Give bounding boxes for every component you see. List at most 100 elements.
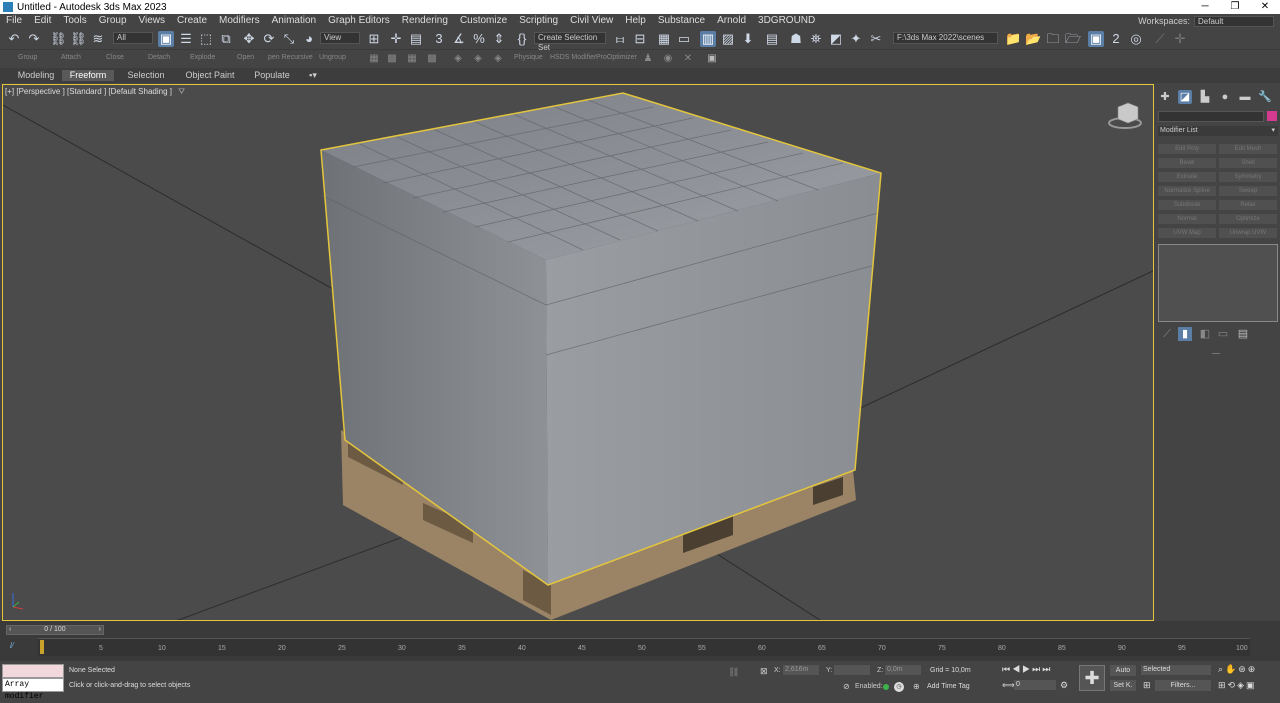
edit-named-sel-icon[interactable]: {}	[514, 31, 530, 47]
angle-snap-number-icon[interactable]: 2	[1108, 31, 1124, 47]
object-color-swatch[interactable]	[1267, 111, 1277, 121]
time-config-icon[interactable]: ⚙	[1060, 680, 1068, 691]
chevron-left-icon[interactable]: ‹	[9, 626, 11, 634]
modify-tab-icon[interactable]: ◪	[1178, 90, 1192, 104]
show-end-result-icon[interactable]: ▮	[1178, 327, 1192, 341]
maximize-icon[interactable]: ❐	[1220, 0, 1250, 14]
place-icon[interactable]: ◕	[301, 31, 317, 47]
angle-snap-icon[interactable]: ∡	[451, 31, 467, 47]
menu-help[interactable]: Help	[619, 14, 652, 28]
align-icon[interactable]: ⊟	[632, 31, 648, 47]
folder-new-icon[interactable]: 🗁	[1065, 31, 1081, 47]
menu-animation[interactable]: Animation	[266, 14, 322, 28]
utilities-tab-icon[interactable]: 🔧	[1258, 90, 1272, 104]
ribbon-tool-icon[interactable]: ▩	[384, 51, 400, 67]
select-by-name-icon[interactable]: ☰	[178, 31, 194, 47]
auto-key-button[interactable]: Auto	[1110, 665, 1136, 676]
current-frame-field[interactable]: 0	[1014, 680, 1056, 690]
snap-toggle-icon[interactable]: 3	[431, 31, 447, 47]
ribbon-tool-icon[interactable]: ◉	[660, 51, 676, 67]
menu-scripting[interactable]: Scripting	[513, 14, 564, 28]
material-editor-icon[interactable]: ⬇	[740, 31, 756, 47]
perspective-viewport[interactable]: [+] [Perspective ] [Standard ] [Default …	[2, 84, 1154, 621]
maxscript-listener[interactable]: Array modifier	[2, 678, 64, 701]
adaptive-degradation-icon[interactable]: ⊘	[843, 682, 850, 691]
pin-icon[interactable]: ⟋	[1152, 31, 1168, 47]
ribbon-tool-icon[interactable]: ♟	[640, 51, 656, 67]
menu-civil-view[interactable]: Civil View	[564, 14, 619, 28]
time-marker[interactable]	[40, 640, 44, 654]
menu-modifiers[interactable]: Modifiers	[213, 14, 266, 28]
unlink-icon[interactable]: ⛓	[70, 31, 87, 47]
set-key-button[interactable]: Set K.	[1110, 680, 1136, 691]
key-mode-icon[interactable]: ⟺	[1002, 680, 1015, 691]
undo-icon[interactable]: ↶	[6, 31, 22, 47]
modifier-list-dropdown[interactable]: Modifier List ▾	[1158, 126, 1278, 136]
modifier-button[interactable]: Symmetry	[1219, 172, 1277, 182]
workspace-dropdown[interactable]: Default	[1194, 15, 1274, 27]
render-iterative-icon[interactable]: ◩	[828, 31, 844, 47]
curve-editor-mini-icon[interactable]: /⁄	[10, 641, 14, 650]
plus-icon[interactable]: ✛	[1172, 31, 1188, 47]
ribbon-ungroup[interactable]: Ungroup	[319, 54, 346, 61]
modifier-button[interactable]: Unwrap UVW	[1219, 228, 1277, 238]
ribbon-prooptimizer[interactable]: ProOptimizer	[596, 54, 637, 61]
menu-group[interactable]: Group	[93, 14, 133, 28]
link-icon[interactable]: ⛓	[50, 31, 67, 47]
ribbon-detach[interactable]: Detach	[148, 54, 170, 61]
modifier-button[interactable]: Edit Poly	[1158, 144, 1216, 154]
modifier-button[interactable]: Relax	[1219, 200, 1277, 210]
select-manipulate-icon[interactable]: ✛	[388, 31, 404, 47]
maxscript-input[interactable]	[2, 664, 64, 678]
ribbon-tool-icon[interactable]: ▦	[366, 51, 382, 67]
menu-file[interactable]: File	[0, 14, 28, 28]
ribbon-attach[interactable]: Attach	[61, 54, 81, 61]
x-coordinate-field[interactable]: 2,616m	[783, 665, 819, 675]
key-filters-icon[interactable]: ⊞	[1143, 680, 1151, 691]
menu-arnold[interactable]: Arnold	[711, 14, 752, 28]
selection-filter-dropdown[interactable]: All	[113, 32, 153, 44]
ribbon-open[interactable]: Open	[237, 54, 254, 61]
open-folder-icon[interactable]: 📂	[1025, 31, 1041, 47]
tab-modeling[interactable]: Modeling	[10, 70, 62, 81]
ribbon-physique[interactable]: Physique	[514, 54, 543, 61]
ribbon-tool-icon[interactable]: ◈	[450, 51, 466, 67]
filter-icon[interactable]: ⛛	[178, 87, 185, 96]
render-production-icon[interactable]: ⛯	[808, 31, 824, 47]
modifier-button[interactable]: Edit Mesh	[1219, 144, 1277, 154]
menu-customize[interactable]: Customize	[454, 14, 513, 28]
ribbon-tool-icon[interactable]: ✕	[680, 51, 696, 67]
viewport-layout-icon[interactable]: ▣	[1088, 31, 1104, 47]
y-coordinate-field[interactable]	[834, 665, 870, 675]
time-tag-icon[interactable]: ⊕	[913, 682, 920, 691]
render-shortcut-icon[interactable]: ✦	[848, 31, 864, 47]
menu-graph-editors[interactable]: Graph Editors	[322, 14, 396, 28]
ribbon-open-recursive[interactable]: pen Recursive	[268, 54, 313, 61]
ribbon-toggle-icon[interactable]: ▭	[676, 31, 692, 47]
menu-tools[interactable]: Tools	[57, 14, 92, 28]
spinner-snap-icon[interactable]: ⇕	[491, 31, 507, 47]
create-tab-icon[interactable]: ✚	[1158, 90, 1172, 104]
tab-populate[interactable]: Populate	[248, 70, 296, 81]
modifier-button[interactable]: Bevel	[1158, 158, 1216, 168]
rendered-frame-icon[interactable]: ☗	[788, 31, 804, 47]
ribbon-tool-icon[interactable]: ▩	[424, 51, 440, 67]
ribbon-group[interactable]: Group	[18, 54, 37, 61]
ribbon-tool-icon[interactable]: ◈	[470, 51, 486, 67]
ribbon-tool-icon[interactable]: ▣	[704, 51, 720, 67]
menu-create[interactable]: Create	[171, 14, 213, 28]
clock-icon[interactable]: ◷	[894, 682, 904, 692]
ribbon-tool-icon[interactable]: ▦	[404, 51, 420, 67]
schematic-view-icon[interactable]: ▨	[720, 31, 736, 47]
bind-spacewarp-icon[interactable]: ≋	[90, 31, 106, 47]
reference-coord-dropdown[interactable]: View	[320, 32, 360, 44]
menu-substance[interactable]: Substance	[652, 14, 711, 28]
remove-modifier-icon[interactable]: ▭	[1216, 327, 1230, 341]
hierarchy-tab-icon[interactable]: ▙	[1198, 90, 1212, 104]
modifier-button[interactable]: UVW Map	[1158, 228, 1216, 238]
mirror-icon[interactable]: ⧦	[612, 31, 628, 47]
viewport-label[interactable]: [+] [Perspective ] [Standard ] [Default …	[5, 87, 185, 97]
chevron-right-icon[interactable]: ›	[99, 626, 101, 634]
ribbon-explode[interactable]: Explode	[190, 54, 215, 61]
project-folder-icon[interactable]: 📁	[1005, 31, 1021, 47]
